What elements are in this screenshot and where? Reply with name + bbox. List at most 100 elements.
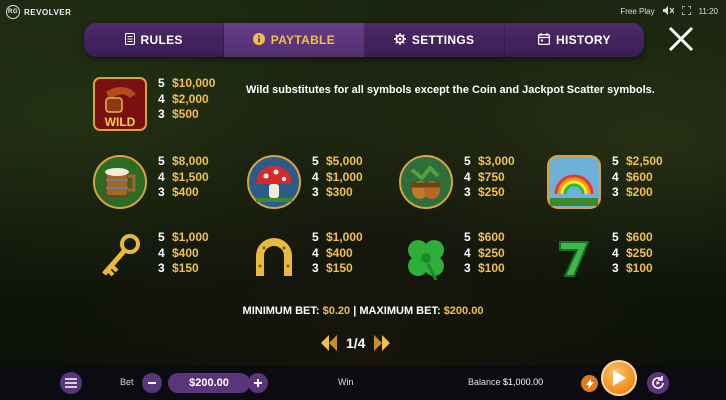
fullscreen-icon[interactable] [680, 5, 692, 17]
payout-list: 5 $600 4 $250 3 $100 [464, 230, 505, 277]
hamburger-icon [65, 378, 77, 388]
paytable-cell-seven: 5 $600 4 $250 3 $100 [546, 226, 706, 296]
status-bar: Free Play 11:20 [620, 5, 718, 17]
rainbow-icon [546, 154, 602, 210]
calendar-icon [537, 32, 550, 48]
paytable-pager: 1/4 [318, 332, 393, 354]
mug-icon [92, 154, 148, 210]
max-bet-value: $200.00 [443, 305, 484, 317]
tab-history-label: HISTORY [555, 33, 611, 47]
menu-button[interactable] [60, 372, 82, 394]
bet-increase-button[interactable] [248, 373, 268, 393]
payout-value: $100 [626, 261, 653, 275]
payout-count: 3 [158, 261, 165, 275]
payout-value: $250 [626, 245, 653, 260]
payout-list: 5 $600 4 $250 3 $100 [612, 230, 653, 277]
payout-value: $1,500 [172, 169, 209, 184]
paytable-cell-horseshoe: 5 $1,000 4 $400 3 $150 [246, 226, 406, 296]
bet-separator: | [353, 305, 357, 317]
play-mode: Free Play [620, 7, 655, 16]
payout-value: $750 [478, 169, 505, 184]
payout-value: $200 [626, 185, 653, 199]
payout-count: 3 [464, 185, 471, 199]
lightning-icon [585, 378, 594, 389]
paytable-row-2: 5 $8,000 4 $1,500 3 $400 5 $5,000 4 $1,000 3 $… [0, 150, 726, 220]
tab-paytable[interactable]: PAYTABLE [224, 23, 365, 57]
payout-count: 3 [612, 261, 619, 275]
close-icon [668, 26, 694, 52]
bet-label: Bet [120, 377, 134, 387]
payout-count: 5 [312, 154, 319, 168]
turbo-button[interactable] [581, 375, 598, 392]
payout-value: $100 [478, 261, 505, 275]
payout-count: 5 [464, 230, 471, 244]
close-button[interactable] [666, 25, 696, 55]
wild-pipe-icon: WILD [92, 76, 148, 132]
paytable-cell-wild: WILD 5 $10,000 4 $2,000 3 $500 [92, 72, 252, 142]
mushroom-icon [246, 154, 302, 210]
svg-text:WILD: WILD [105, 115, 136, 129]
paytable-row-3: 5 $1,000 4 $400 3 $150 5 $1,000 4 $400 3 $150 [0, 226, 726, 296]
brand-logo-mark: RG [6, 5, 20, 19]
payout-count: 5 [312, 230, 319, 244]
bottom-bar: Bet $200.00 Win Balance $1,000.00 [0, 360, 726, 400]
payout-list: 5 $3,000 4 $750 3 $250 [464, 154, 515, 201]
payout-count: 5 [158, 230, 165, 244]
max-bet-label: MAXIMUM BET: [359, 305, 441, 317]
payout-value: $600 [626, 230, 653, 244]
next-page-button[interactable] [371, 332, 393, 354]
plus-icon [254, 379, 262, 387]
autoplay-button[interactable] [647, 372, 669, 394]
payout-list: 5 $1,000 4 $400 3 $150 [312, 230, 363, 277]
play-icon [613, 370, 626, 386]
win-label: Win [338, 377, 354, 387]
payout-count: 4 [464, 245, 471, 260]
payout-value: $2,500 [626, 154, 663, 168]
clover-icon [398, 230, 454, 286]
payout-value: $2,000 [172, 91, 209, 106]
tab-rules[interactable]: RULES [84, 23, 225, 57]
payout-value: $250 [478, 245, 505, 260]
bet-decrease-button[interactable] [142, 373, 162, 393]
payout-count: 5 [158, 76, 165, 90]
payout-count: 5 [612, 154, 619, 168]
double-chevron-right-icon [374, 335, 391, 351]
payout-count: 4 [312, 245, 319, 260]
tab-settings[interactable]: SETTINGS [364, 23, 505, 57]
payout-value: $8,000 [172, 154, 209, 168]
payout-count: 4 [158, 91, 165, 106]
tab-history[interactable]: HISTORY [504, 23, 644, 57]
paytable-cell-mug: 5 $8,000 4 $1,500 3 $400 [92, 150, 252, 220]
payout-value: $500 [172, 107, 199, 121]
wild-description: Wild substitutes for all symbols except … [246, 84, 655, 96]
payout-value: $3,000 [478, 154, 515, 168]
brand-name: REVOLVER [24, 7, 72, 17]
page-indicator: 1/4 [346, 335, 366, 351]
payout-value: $1,000 [326, 169, 363, 184]
paytable-cell-clover: 5 $600 4 $250 3 $100 [398, 226, 558, 296]
payout-count: 5 [612, 230, 619, 244]
balance-label: Balance [468, 377, 501, 387]
payout-count: 3 [312, 261, 319, 275]
autoplay-icon [652, 376, 664, 389]
min-bet-label: MINIMUM BET: [242, 305, 320, 317]
balance-value: $1,000.00 [503, 377, 544, 387]
acorn-icon [398, 154, 454, 210]
prev-page-button[interactable] [318, 332, 340, 354]
payout-value: $400 [172, 185, 199, 199]
paytable-cell-mushroom: 5 $5,000 4 $1,000 3 $300 [246, 150, 406, 220]
payout-count: 5 [158, 154, 165, 168]
payout-list: 5 $10,000 4 $2,000 3 $500 [158, 76, 215, 123]
payout-value: $10,000 [172, 76, 216, 90]
paytable-cell-acorn: 5 $3,000 4 $750 3 $250 [398, 150, 558, 220]
payout-count: 4 [612, 245, 619, 260]
payout-count: 3 [464, 261, 471, 275]
spin-button[interactable] [601, 360, 637, 396]
payout-count: 3 [158, 107, 165, 121]
bet-limits: MINIMUM BET: $0.20 | MAXIMUM BET: $200.0… [0, 305, 726, 317]
mute-icon[interactable] [662, 6, 675, 17]
payout-value: $150 [172, 261, 199, 275]
minus-icon [148, 382, 156, 384]
clock-time: 11:20 [698, 7, 718, 16]
paytable-cell-key: 5 $1,000 4 $400 3 $150 [92, 226, 252, 296]
